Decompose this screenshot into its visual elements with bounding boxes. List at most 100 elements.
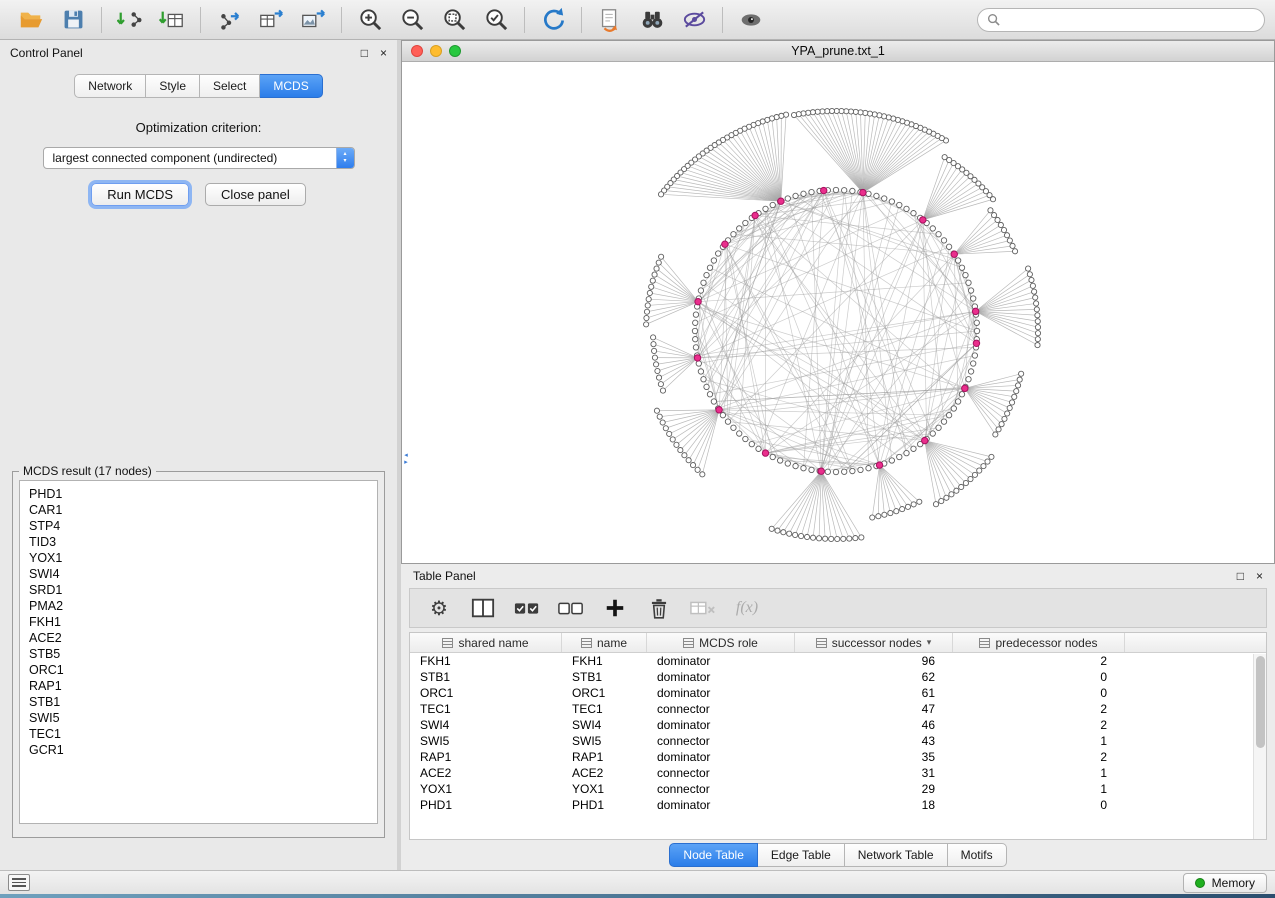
- annotation-document-button[interactable]: [589, 3, 631, 37]
- scrollbar-thumb[interactable]: [1256, 656, 1265, 748]
- zoom-out-button[interactable]: [391, 3, 433, 37]
- control-panel-tabs: Network Style Select MCDS: [0, 74, 397, 98]
- mcds-result-list[interactable]: PHD1 CAR1 STP4 TID3 YOX1 SWI4 SRD1 PMA2 …: [19, 480, 378, 824]
- table-row[interactable]: FKH1 FKH1 dominator 96 2: [410, 653, 1266, 669]
- cell-mcds-role: connector: [647, 782, 795, 796]
- maximize-window-icon[interactable]: [449, 45, 461, 57]
- save-session-button[interactable]: [52, 3, 94, 37]
- zoom-selected-button[interactable]: [475, 3, 517, 37]
- column-header-successor-nodes[interactable]: successor nodes ▾: [795, 633, 953, 652]
- table-row[interactable]: ORC1 ORC1 dominator 61 0: [410, 685, 1266, 701]
- search-network-button[interactable]: [631, 3, 673, 37]
- hide-graphics-details-button[interactable]: [673, 3, 715, 37]
- search-icon: [987, 13, 1000, 26]
- list-item[interactable]: TEC1: [29, 726, 368, 742]
- export-image-button[interactable]: [292, 3, 334, 37]
- export-network-button[interactable]: [208, 3, 250, 37]
- list-item[interactable]: ACE2: [29, 630, 368, 646]
- table-row[interactable]: PHD1 PHD1 dominator 18 0: [410, 797, 1266, 813]
- select-all-rows-button[interactable]: [510, 592, 544, 624]
- list-item[interactable]: STB5: [29, 646, 368, 662]
- close-window-icon[interactable]: [411, 45, 423, 57]
- list-item[interactable]: SWI5: [29, 710, 368, 726]
- list-item[interactable]: CAR1: [29, 502, 368, 518]
- table-row[interactable]: TEC1 TEC1 connector 47 2: [410, 701, 1266, 717]
- tab-motifs[interactable]: Motifs: [948, 843, 1007, 867]
- zoom-fit-button[interactable]: [433, 3, 475, 37]
- table-tabs: Node Table Edge Table Network Table Moti…: [401, 840, 1275, 870]
- import-table-button[interactable]: [151, 3, 193, 37]
- mcds-result-fieldset: MCDS result (17 nodes) PHD1 CAR1 STP4 TI…: [12, 464, 385, 838]
- run-mcds-button[interactable]: Run MCDS: [91, 183, 189, 206]
- tab-select[interactable]: Select: [200, 74, 260, 98]
- list-item[interactable]: YOX1: [29, 550, 368, 566]
- cell-predecessor-nodes: 0: [953, 686, 1125, 700]
- cell-mcds-role: connector: [647, 702, 795, 716]
- apply-layout-button[interactable]: [532, 3, 574, 37]
- float-panel-icon[interactable]: □: [1237, 570, 1244, 582]
- splitter-right-icon: ▸: [404, 459, 408, 466]
- close-panel-icon[interactable]: ×: [380, 47, 387, 59]
- optimization-criterion-select[interactable]: largest connected component (undirected)…: [43, 147, 355, 169]
- cell-mcds-role: dominator: [647, 798, 795, 812]
- table-row[interactable]: ACE2 ACE2 connector 31 1: [410, 765, 1266, 781]
- tab-edge-table[interactable]: Edge Table: [758, 843, 845, 867]
- list-item[interactable]: ORC1: [29, 662, 368, 678]
- show-details-button[interactable]: [730, 3, 772, 37]
- tab-network[interactable]: Network: [74, 74, 146, 98]
- list-item[interactable]: STB1: [29, 694, 368, 710]
- close-panel-button[interactable]: Close panel: [205, 183, 306, 206]
- list-item[interactable]: SWI4: [29, 566, 368, 582]
- tab-style[interactable]: Style: [146, 74, 200, 98]
- list-item[interactable]: PHD1: [29, 486, 368, 502]
- network-canvas[interactable]: [402, 62, 1274, 563]
- list-item[interactable]: GCR1: [29, 742, 368, 758]
- list-item[interactable]: FKH1: [29, 614, 368, 630]
- cell-shared-name: STB1: [410, 670, 562, 684]
- table-scrollbar[interactable]: [1253, 654, 1266, 839]
- table-row[interactable]: YOX1 YOX1 connector 29 1: [410, 781, 1266, 797]
- list-item[interactable]: PMA2: [29, 598, 368, 614]
- cell-successor-nodes: 47: [795, 702, 953, 716]
- memory-button[interactable]: Memory: [1183, 873, 1267, 893]
- column-header-predecessor-nodes[interactable]: predecessor nodes: [953, 633, 1125, 652]
- list-item[interactable]: TID3: [29, 534, 368, 550]
- cell-name: YOX1: [562, 782, 647, 796]
- table-row[interactable]: SWI5 SWI5 connector 43 1: [410, 733, 1266, 749]
- search-input[interactable]: [1006, 13, 1255, 27]
- show-columns-button[interactable]: [466, 592, 500, 624]
- toolbar-separator: [722, 7, 723, 33]
- cell-predecessor-nodes: 2: [953, 718, 1125, 732]
- export-table-button[interactable]: [250, 3, 292, 37]
- float-panel-icon[interactable]: □: [361, 47, 368, 59]
- tab-node-table[interactable]: Node Table: [669, 843, 758, 867]
- import-network-button[interactable]: [109, 3, 151, 37]
- table-row[interactable]: RAP1 RAP1 dominator 35 2: [410, 749, 1266, 765]
- cell-shared-name: SWI5: [410, 734, 562, 748]
- column-header-name[interactable]: name: [562, 633, 647, 652]
- delete-column-button[interactable]: [642, 592, 676, 624]
- list-item[interactable]: STP4: [29, 518, 368, 534]
- zoom-in-button[interactable]: [349, 3, 391, 37]
- minimize-window-icon[interactable]: [430, 45, 442, 57]
- export-table-icon: [258, 7, 284, 33]
- column-header-mcds-role[interactable]: MCDS role: [647, 633, 795, 652]
- splitter-handle[interactable]: ◂ ▸: [402, 446, 410, 472]
- column-header-shared-name[interactable]: shared name: [410, 633, 562, 652]
- table-settings-button[interactable]: ⚙: [422, 592, 456, 624]
- tab-mcds[interactable]: MCDS: [260, 74, 322, 98]
- table-body: FKH1 FKH1 dominator 96 2 STB1 STB1 domin…: [410, 653, 1266, 813]
- cell-name: SWI4: [562, 718, 647, 732]
- show-panels-button[interactable]: [8, 874, 30, 891]
- open-file-button[interactable]: [10, 3, 52, 37]
- tab-network-table[interactable]: Network Table: [845, 843, 948, 867]
- node-table: shared name name MCDS role successo: [409, 632, 1267, 840]
- column-sort-icon: [979, 638, 990, 648]
- close-panel-icon[interactable]: ×: [1256, 570, 1263, 582]
- deselect-all-rows-button[interactable]: [554, 592, 588, 624]
- table-row[interactable]: SWI4 SWI4 dominator 46 2: [410, 717, 1266, 733]
- list-item[interactable]: RAP1: [29, 678, 368, 694]
- create-column-button[interactable]: [598, 592, 632, 624]
- list-item[interactable]: SRD1: [29, 582, 368, 598]
- table-row[interactable]: STB1 STB1 dominator 62 0: [410, 669, 1266, 685]
